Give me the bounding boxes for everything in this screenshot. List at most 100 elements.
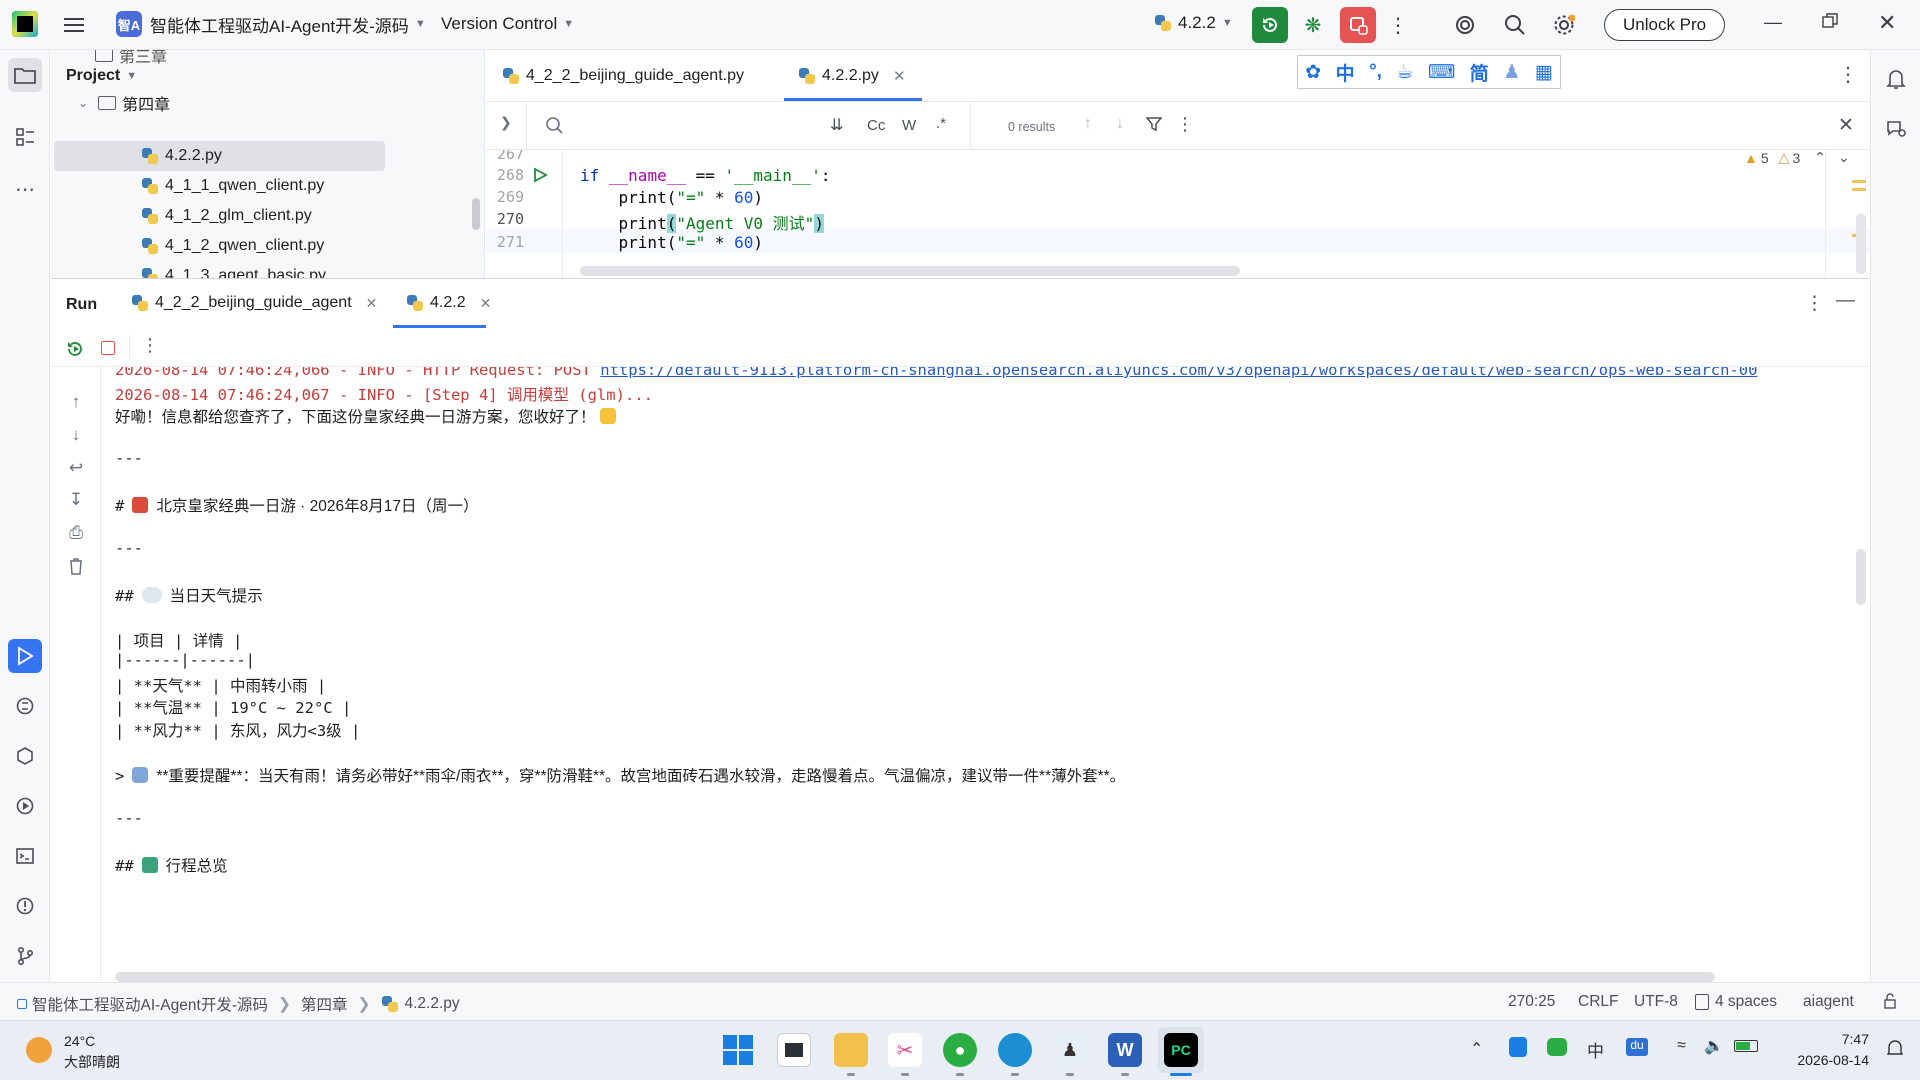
editor-tab-active[interactable]: 4.2.2.py ✕ — [798, 62, 906, 90]
project-panel-header[interactable]: Project ▼ — [66, 67, 137, 85]
next-match-icon[interactable]: ↓ — [1116, 115, 1124, 133]
more-actions-icon[interactable]: ⋮ — [1384, 11, 1412, 39]
tree-row-file[interactable]: 4_1_2_glm_client.py — [141, 202, 312, 230]
tray-app-icon[interactable] — [1509, 1037, 1527, 1057]
find-more-icon[interactable]: ⋮ — [1176, 114, 1194, 135]
stop-icon[interactable] — [101, 341, 115, 355]
battery-icon[interactable] — [1734, 1040, 1758, 1052]
lock-icon[interactable] — [1882, 993, 1898, 1014]
run-tab-active[interactable]: 4.2.2 ✕ — [406, 294, 491, 312]
python-console-icon[interactable] — [8, 689, 42, 723]
whole-word-toggle[interactable]: W — [902, 117, 916, 134]
stop-button[interactable] — [1340, 7, 1376, 43]
tree-row-file[interactable]: 4_1_2_qwen_client.py — [141, 232, 324, 260]
ime-simplified[interactable]: 简 — [1470, 59, 1489, 86]
avatar-app-icon[interactable]: ♟ — [1053, 1033, 1087, 1067]
warning-marker[interactable] — [1852, 188, 1866, 191]
editor-h-scrollbar[interactable] — [580, 266, 1240, 276]
console-h-scrollbar[interactable] — [115, 972, 1715, 982]
ai-assistant-icon[interactable] — [1451, 11, 1479, 39]
hide-panel-icon[interactable]: — — [1836, 290, 1855, 312]
trash-icon[interactable] — [63, 553, 89, 579]
editor-v-scrollbar[interactable] — [1856, 214, 1866, 274]
regex-toggle[interactable]: .* — [936, 115, 946, 132]
soft-wrap-icon[interactable]: ↩ — [63, 455, 89, 481]
console-v-scrollbar[interactable] — [1856, 549, 1866, 605]
scroll-to-end-icon[interactable]: ↧ — [63, 487, 89, 513]
tree-row-file[interactable]: 4.2.2.py — [141, 142, 222, 170]
tree-row-folder[interactable]: 第三章 — [95, 50, 167, 69]
interpreter[interactable]: aiagent — [1803, 993, 1854, 1011]
console-output[interactable]: 2026-08-14 07:46:24,066 - INFO - HTTP Re… — [115, 367, 1827, 967]
weather-temp[interactable]: 24°C — [64, 1033, 95, 1049]
warning-marker[interactable] — [1852, 180, 1866, 183]
user-icon[interactable]: ♟ — [1503, 61, 1520, 84]
wechat-icon[interactable]: ● — [943, 1033, 977, 1067]
close-tab-icon[interactable]: ✕ — [893, 67, 906, 85]
scroll-up-icon[interactable]: ↑ — [63, 389, 89, 415]
volume-icon[interactable]: 🔈 — [1704, 1036, 1724, 1056]
close-window-icon[interactable]: ✕ — [1878, 10, 1896, 36]
git-icon[interactable] — [8, 939, 42, 973]
rerun-button[interactable] — [1252, 7, 1288, 43]
line-separator[interactable]: CRLF — [1578, 993, 1618, 1011]
word-icon[interactable]: W — [1108, 1033, 1142, 1067]
filter-icon[interactable] — [1145, 116, 1163, 137]
run-more-icon[interactable]: ⋮ — [141, 335, 159, 356]
punct-icon[interactable]: °, — [1369, 61, 1382, 83]
project-folder-icon[interactable] — [8, 58, 42, 92]
notification-center-icon[interactable] — [1886, 1039, 1904, 1062]
previous-match-icon[interactable]: ↑ — [1084, 115, 1092, 133]
terminal-icon[interactable] — [8, 839, 42, 873]
problems-icon[interactable] — [8, 889, 42, 923]
edge-browser-icon[interactable] — [998, 1033, 1032, 1067]
more-tools-icon[interactable]: ⋯ — [8, 172, 42, 206]
restore-icon[interactable] — [1822, 13, 1838, 34]
close-tab-icon[interactable]: ✕ — [480, 295, 492, 312]
debug-icon[interactable]: ❋ — [1298, 10, 1328, 40]
weather-sun-icon[interactable] — [26, 1037, 52, 1063]
minimize-icon[interactable]: — — [1764, 12, 1782, 33]
input-method-indicator[interactable]: 中 — [1587, 1037, 1604, 1062]
expand-replace-icon[interactable]: ❯ — [500, 114, 512, 131]
cursor-position[interactable]: 270:25 — [1508, 993, 1555, 1011]
tray-wechat-icon[interactable] — [1547, 1038, 1567, 1056]
tree-row-file[interactable]: 4_1_3_agent_basic.py — [141, 262, 326, 278]
tree-row-file[interactable]: 4_1_1_qwen_client.py — [141, 172, 324, 200]
task-view-icon[interactable] — [777, 1033, 811, 1067]
chevron-down-icon[interactable]: ⌄ — [1838, 150, 1850, 166]
match-case-toggle[interactable]: Cc — [867, 117, 885, 134]
run-tool-icon[interactable] — [8, 639, 42, 673]
notifications-bell-icon[interactable] — [1879, 62, 1913, 96]
scroll-down-icon[interactable]: ↓ — [63, 422, 89, 448]
run-tab[interactable]: 4_2_2_beijing_guide_agent ✕ — [131, 294, 377, 312]
wifi-icon[interactable]: ≈ — [1677, 1037, 1686, 1055]
ai-chat-icon[interactable] — [1879, 112, 1913, 146]
code-editor[interactable]: 267 268 269 270 271 if __name__ == '__ma… — [486, 150, 1870, 278]
services-icon[interactable] — [8, 789, 42, 823]
print-icon[interactable]: ⎙ — [63, 520, 89, 546]
grid-icon[interactable]: ▦ — [1535, 61, 1553, 84]
vcs-menu[interactable]: Version Control ▼ — [441, 14, 574, 34]
windows-start-icon[interactable] — [723, 1035, 753, 1070]
pycharm-taskbar-icon[interactable]: PC — [1164, 1033, 1198, 1067]
project-selector[interactable]: 智A 智能体工程驱动AI-Agent开发-源码 ▼ — [116, 11, 426, 37]
log-url-link[interactable]: https://default-9113.platform-cn-shangha… — [600, 367, 1757, 379]
search-icon[interactable] — [1501, 11, 1529, 39]
inspections-widget[interactable]: ▲ 5 △ 3 ⌃ ⌄ — [1744, 150, 1850, 166]
structure-icon[interactable] — [8, 120, 42, 154]
python-packages-icon[interactable] — [8, 739, 42, 773]
close-find-icon[interactable]: ✕ — [1838, 114, 1854, 137]
clock-time[interactable]: 7:47 — [1793, 1031, 1869, 1047]
close-tab-icon[interactable]: ✕ — [366, 295, 378, 312]
search-icon[interactable] — [544, 114, 566, 141]
editor-tab[interactable]: 4_2_2_beijing_guide_agent.py — [502, 62, 744, 90]
run-config-selector[interactable]: 4.2.2 ▼ — [1154, 13, 1233, 33]
snipping-tool-icon[interactable]: ✂ — [888, 1033, 922, 1067]
new-line-icon[interactable]: ⇊ — [830, 115, 843, 135]
breadcrumb-item[interactable]: 第四章 — [301, 993, 348, 1015]
weather-desc[interactable]: 大部晴朗 — [64, 1052, 120, 1072]
file-explorer-icon[interactable] — [834, 1033, 868, 1067]
show-hidden-icons-icon[interactable]: ⌃ — [1470, 1039, 1483, 1059]
find-input[interactable] — [586, 110, 756, 142]
